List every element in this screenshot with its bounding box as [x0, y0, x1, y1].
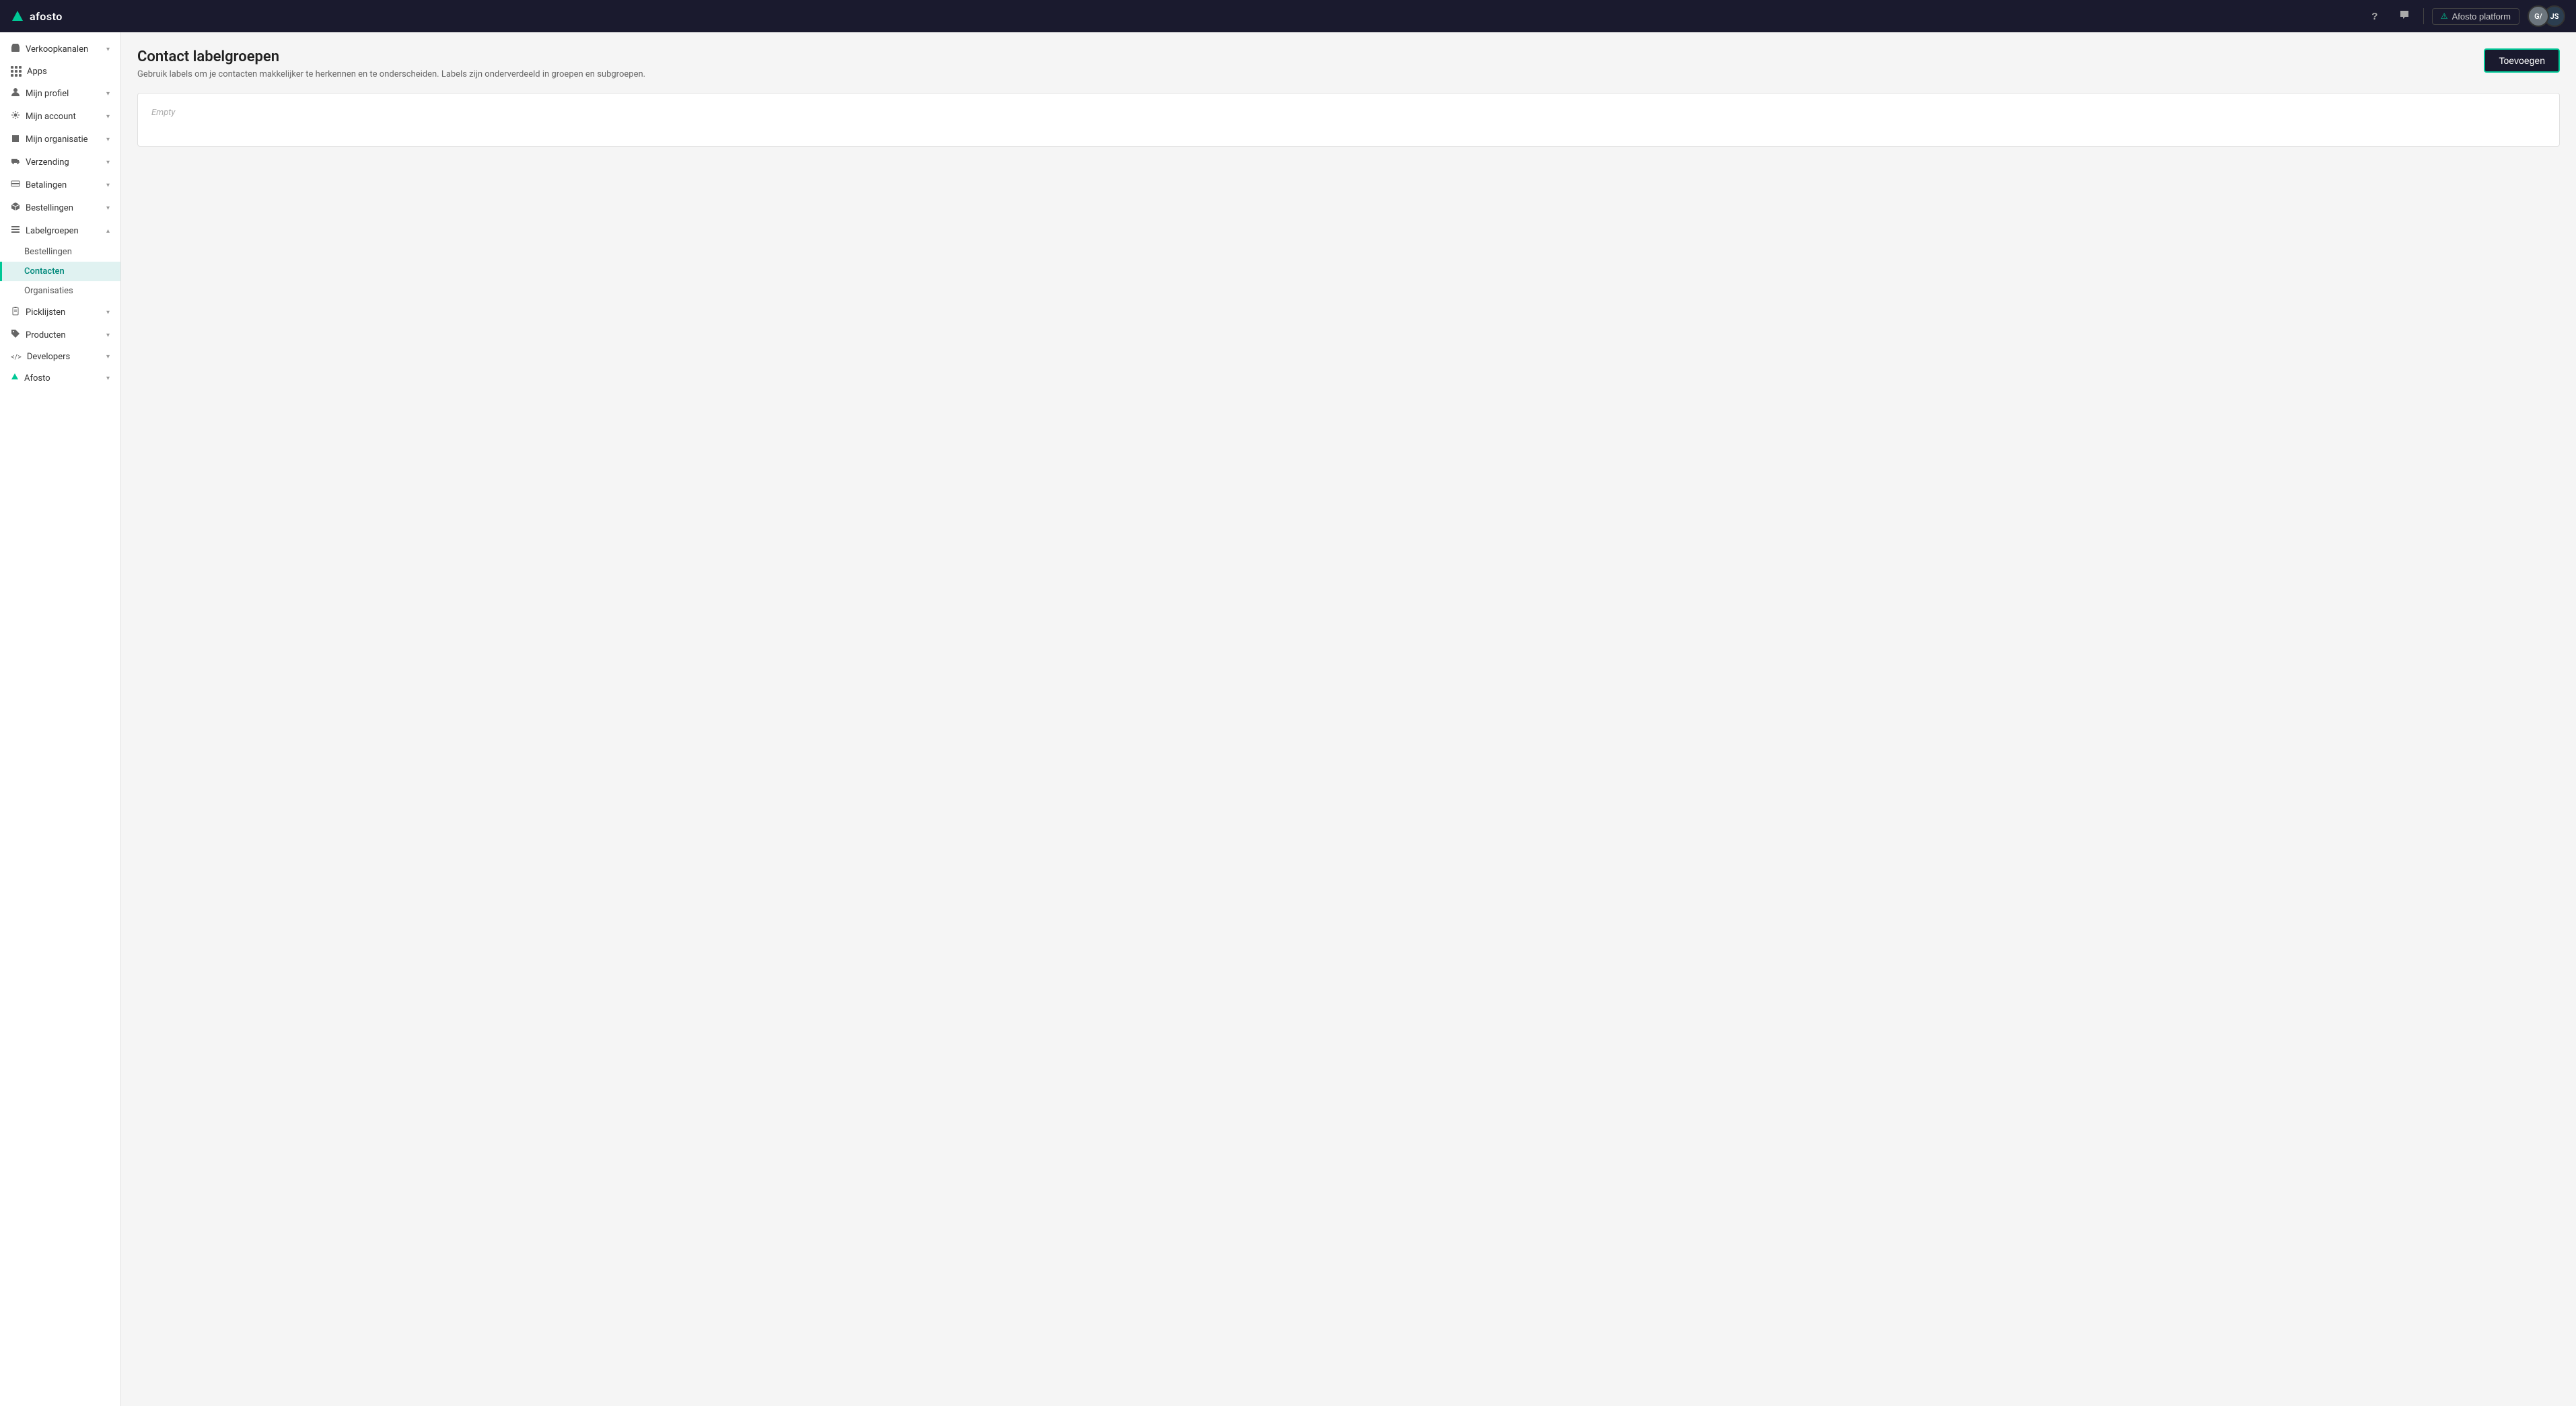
tag-icon: [11, 329, 20, 341]
chevron-icon: ▾: [106, 353, 110, 361]
logo-text: afosto: [30, 10, 63, 23]
topnav-right: ? ⚠ Afosto platform G/ JS: [2364, 5, 2565, 27]
layout: Verkoopkanalen ▾ Apps Mijn profiel ▾ Mij…: [0, 32, 2576, 1406]
sidebar-subitem-bestellingen[interactable]: Bestellingen: [0, 242, 120, 262]
chevron-icon: ▾: [106, 182, 110, 189]
sidebar-item-label: Picklijsten: [26, 307, 101, 318]
sidebar-item-betalingen[interactable]: Betalingen ▾: [0, 174, 120, 196]
card-icon: [11, 179, 20, 191]
grid-icon: [11, 66, 22, 77]
main-content: Contact labelgroepen Gebruik labels om j…: [121, 32, 2576, 1406]
sidebar-item-bestellingen[interactable]: Bestellingen ▾: [0, 196, 120, 219]
sidebar-item-label: Labelgroepen: [26, 226, 101, 236]
add-button[interactable]: Toevoegen: [2484, 48, 2560, 73]
sidebar-item-label: Verzending: [26, 157, 101, 168]
divider: [2423, 8, 2424, 24]
chevron-icon: ▾: [106, 90, 110, 98]
sidebar-item-producten[interactable]: Producten ▾: [0, 324, 120, 346]
sidebar-item-label: Verkoopkanalen: [26, 44, 101, 54]
list-icon: [11, 225, 20, 237]
platform-button[interactable]: ⚠ Afosto platform: [2432, 8, 2519, 25]
sidebar-item-mijn-organisatie[interactable]: Mijn organisatie ▾: [0, 128, 120, 151]
chevron-icon: ▾: [106, 113, 110, 120]
chevron-icon: ▾: [106, 136, 110, 143]
subitem-label: Bestellingen: [24, 247, 72, 257]
chevron-icon: ▾: [106, 46, 110, 53]
box-icon: [11, 202, 20, 214]
clipboard-icon: [11, 306, 20, 318]
sidebar-item-label: Apps: [27, 67, 110, 77]
page-header: Contact labelgroepen Gebruik labels om j…: [137, 48, 2560, 79]
sidebar-item-label: Producten: [26, 330, 101, 340]
page-subtitle: Gebruik labels om je contacten makkelijk…: [137, 69, 645, 79]
sidebar-item-label: Mijn account: [26, 112, 101, 122]
sidebar: Verkoopkanalen ▾ Apps Mijn profiel ▾ Mij…: [0, 32, 121, 1406]
page-header-text: Contact labelgroepen Gebruik labels om j…: [137, 48, 645, 79]
avatar-group: G/ JS: [2528, 5, 2565, 27]
sidebar-item-apps[interactable]: Apps: [0, 61, 120, 82]
sidebar-item-label: Afosto: [24, 373, 101, 383]
sidebar-subitem-contacten[interactable]: Contacten: [0, 262, 120, 281]
sidebar-item-mijn-account[interactable]: Mijn account ▾: [0, 105, 120, 128]
logo-icon: [11, 9, 24, 23]
sidebar-item-picklijsten[interactable]: Picklijsten ▾: [0, 301, 120, 324]
empty-state-text: Empty: [151, 108, 175, 118]
store-icon: [11, 43, 20, 55]
afosto-triangle-icon: [11, 373, 19, 383]
code-icon: </>: [11, 353, 22, 361]
chevron-icon: ▴: [106, 227, 110, 235]
chevron-icon: ▾: [106, 332, 110, 339]
content-card: Empty: [137, 93, 2560, 147]
chat-button[interactable]: [2394, 5, 2415, 27]
sidebar-item-label: Developers: [27, 352, 101, 362]
sidebar-item-verkoopkanalen[interactable]: Verkoopkanalen ▾: [0, 38, 120, 61]
gear-icon: [11, 110, 20, 122]
building-icon: [11, 133, 20, 145]
platform-label: Afosto platform: [2452, 11, 2511, 22]
help-icon: ?: [2371, 11, 2377, 22]
sidebar-item-developers[interactable]: </> Developers ▾: [0, 346, 120, 367]
sidebar-item-label: Mijn organisatie: [26, 135, 101, 145]
chevron-icon: ▾: [106, 375, 110, 382]
person-icon: [11, 87, 20, 100]
page-title: Contact labelgroepen: [137, 48, 645, 65]
topnav: afosto ? ⚠ Afosto platform G/ JS: [0, 0, 2576, 32]
sidebar-item-afosto[interactable]: Afosto ▾: [0, 367, 120, 389]
chevron-icon: ▾: [106, 309, 110, 316]
subitem-label: Organisaties: [24, 286, 73, 296]
truck-icon: [11, 156, 20, 168]
logo-area: afosto: [11, 9, 63, 23]
sidebar-item-verzending[interactable]: Verzending ▾: [0, 151, 120, 174]
avatar-g[interactable]: G/: [2528, 5, 2549, 27]
sidebar-item-labelgroepen[interactable]: Labelgroepen ▴: [0, 219, 120, 242]
chat-icon: [2399, 9, 2410, 24]
sidebar-subitem-organisaties[interactable]: Organisaties: [0, 281, 120, 301]
platform-warn-icon: ⚠: [2441, 11, 2448, 21]
sidebar-item-label: Betalingen: [26, 180, 101, 190]
sidebar-item-mijn-profiel[interactable]: Mijn profiel ▾: [0, 82, 120, 105]
chevron-icon: ▾: [106, 159, 110, 166]
help-button[interactable]: ?: [2364, 5, 2386, 27]
sidebar-item-label: Mijn profiel: [26, 89, 101, 99]
sidebar-item-label: Bestellingen: [26, 203, 101, 213]
subitem-label: Contacten: [24, 266, 65, 276]
chevron-icon: ▾: [106, 205, 110, 212]
